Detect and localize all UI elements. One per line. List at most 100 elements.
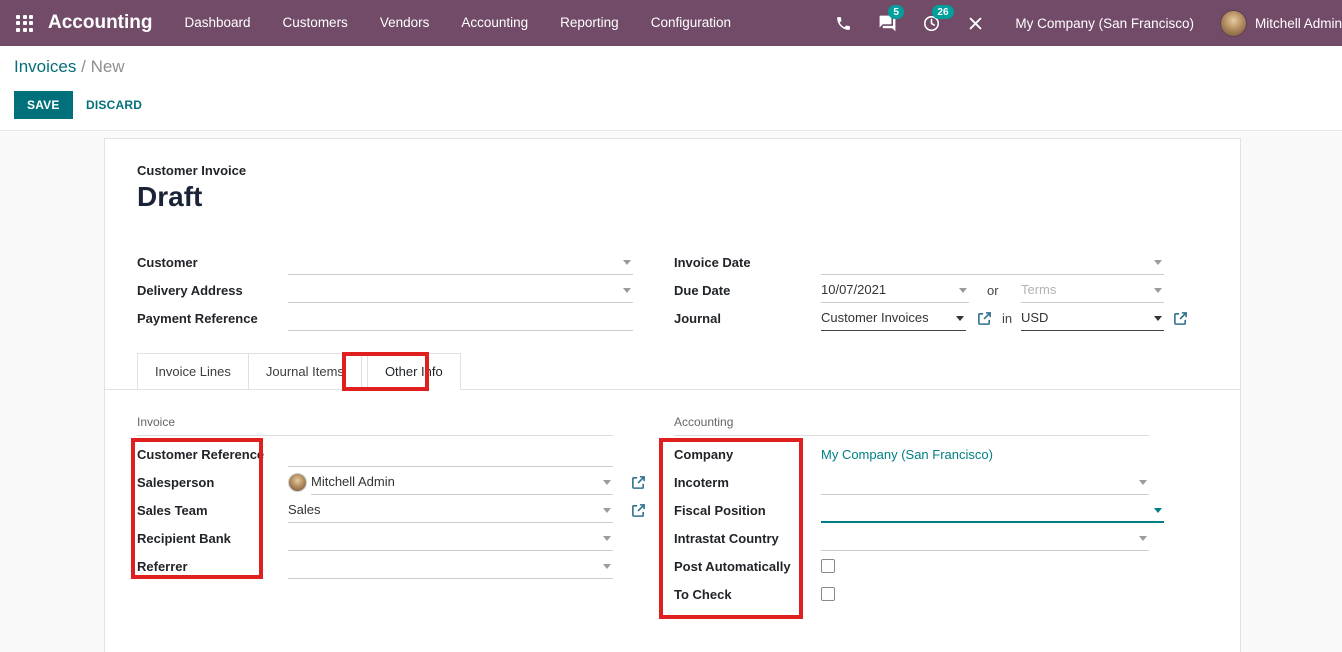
customer-reference-label: Customer Reference [137,443,264,467]
invoice-date-label: Invoice Date [674,251,751,275]
intrastat-country-label: Intrastat Country [674,527,779,551]
activities-count-badge: 26 [932,5,953,19]
main-content: Customer Invoice Draft Customer Delivery… [0,132,1342,652]
chevron-down-icon[interactable] [603,480,611,485]
chevron-down-icon[interactable] [1154,288,1162,293]
salesperson-label: Salesperson [137,471,214,495]
activity-clock-icon[interactable]: 26 [921,13,941,33]
recipient-bank-label: Recipient Bank [137,527,231,551]
company-switcher[interactable]: My Company (San Francisco) [1015,16,1194,31]
breadcrumb-separator: / [81,57,90,76]
breadcrumb: Invoices / New [14,57,125,77]
chevron-down-icon[interactable] [623,288,631,293]
due-date-label: Due Date [674,279,730,303]
phone-icon[interactable] [833,13,853,33]
control-panel: Invoices / New SAVE DISCARD [0,46,1342,131]
chevron-down-icon[interactable] [1154,316,1162,321]
currency-field[interactable]: USD [1021,307,1164,331]
fiscal-position-label: Fiscal Position [674,499,766,523]
referrer-label: Referrer [137,555,188,579]
tab-invoice-lines[interactable]: Invoice Lines [137,353,249,389]
post-automatically-checkbox[interactable] [821,559,835,573]
salesperson-value: Mitchell Admin [311,474,395,489]
post-automatically-label: Post Automatically [674,555,791,579]
incoterm-field[interactable] [821,471,1149,495]
payment-reference-label: Payment Reference [137,307,258,331]
discard-button[interactable]: DISCARD [80,91,148,119]
messages-icon[interactable]: 5 [877,13,897,33]
currency-external-link-icon[interactable] [1173,311,1188,326]
salesperson-avatar [288,473,307,492]
main-menu: Dashboard Customers Vendors Accounting R… [169,0,748,46]
breadcrumb-invoices[interactable]: Invoices [14,57,76,76]
topbar-right: 5 26 My Company (San Francisco) Mitchell… [833,10,1342,37]
journal-value: Customer Invoices [821,310,929,325]
chevron-down-icon[interactable] [603,564,611,569]
incoterm-label: Incoterm [674,471,729,495]
chevron-down-icon[interactable] [1139,480,1147,485]
status-title: Draft [137,181,202,213]
due-date-field[interactable]: 10/07/2021 [821,279,969,303]
accounting-group-title: Accounting [674,415,1149,436]
notebook-tabs: Invoice Lines Journal Items Other Info [105,353,1240,390]
menu-item-reporting[interactable]: Reporting [544,0,635,46]
delivery-address-field[interactable] [288,279,633,303]
to-check-checkbox[interactable] [821,587,835,601]
tab-journal-items[interactable]: Journal Items [249,353,362,389]
invoice-group-title: Invoice [137,415,613,436]
doc-type-label: Customer Invoice [137,163,246,178]
invoice-form-sheet: Customer Invoice Draft Customer Delivery… [104,138,1241,652]
chevron-down-icon[interactable] [603,536,611,541]
user-name[interactable]: Mitchell Admin [1255,16,1342,31]
chevron-down-icon[interactable] [1154,260,1162,265]
sales-team-value: Sales [288,502,321,517]
journal-field[interactable]: Customer Invoices [821,307,966,331]
chevron-down-icon[interactable] [623,260,631,265]
journal-label: Journal [674,307,721,331]
menu-item-configuration[interactable]: Configuration [635,0,747,46]
journal-external-link-icon[interactable] [977,311,992,326]
save-button[interactable]: SAVE [14,91,73,119]
fiscal-position-field[interactable] [821,499,1164,523]
currency-value: USD [1021,310,1048,325]
chevron-down-icon[interactable] [959,288,967,293]
payment-reference-field[interactable] [288,307,633,331]
messages-count-badge: 5 [888,5,904,19]
sales-team-label: Sales Team [137,499,208,523]
developer-tools-icon[interactable] [965,13,985,33]
chevron-down-icon[interactable] [603,508,611,513]
recipient-bank-field[interactable] [288,527,613,551]
customer-reference-field[interactable] [288,443,613,467]
in-text: in [1002,307,1012,331]
sales-team-field[interactable]: Sales [288,499,613,523]
due-date-value: 10/07/2021 [821,282,886,297]
top-navbar: Accounting Dashboard Customers Vendors A… [0,0,1342,46]
company-value-link[interactable]: My Company (San Francisco) [821,443,993,467]
company-label: Company [674,443,733,467]
delivery-address-label: Delivery Address [137,279,243,303]
salesperson-external-link-icon[interactable] [631,475,646,490]
terms-placeholder: Terms [1021,282,1056,297]
chevron-down-icon[interactable] [1154,508,1162,513]
user-avatar[interactable] [1220,10,1247,37]
referrer-field[interactable] [288,555,613,579]
menu-item-vendors[interactable]: Vendors [364,0,446,46]
or-text: or [987,279,999,303]
payment-terms-field[interactable]: Terms [1021,279,1164,303]
salesperson-field[interactable]: Mitchell Admin [311,471,613,495]
intrastat-country-field[interactable] [821,527,1149,551]
chevron-down-icon[interactable] [956,316,964,321]
invoice-date-field[interactable] [821,251,1164,275]
customer-label: Customer [137,251,198,275]
chevron-down-icon[interactable] [1139,536,1147,541]
app-name[interactable]: Accounting [48,12,153,34]
to-check-label: To Check [674,583,732,607]
tab-other-info[interactable]: Other Info [367,353,461,390]
apps-grid-icon[interactable] [16,15,33,32]
customer-field[interactable] [288,251,633,275]
sales-team-external-link-icon[interactable] [631,503,646,518]
menu-item-customers[interactable]: Customers [267,0,364,46]
menu-item-accounting[interactable]: Accounting [445,0,544,46]
breadcrumb-new: New [91,57,125,76]
menu-item-dashboard[interactable]: Dashboard [169,0,267,46]
